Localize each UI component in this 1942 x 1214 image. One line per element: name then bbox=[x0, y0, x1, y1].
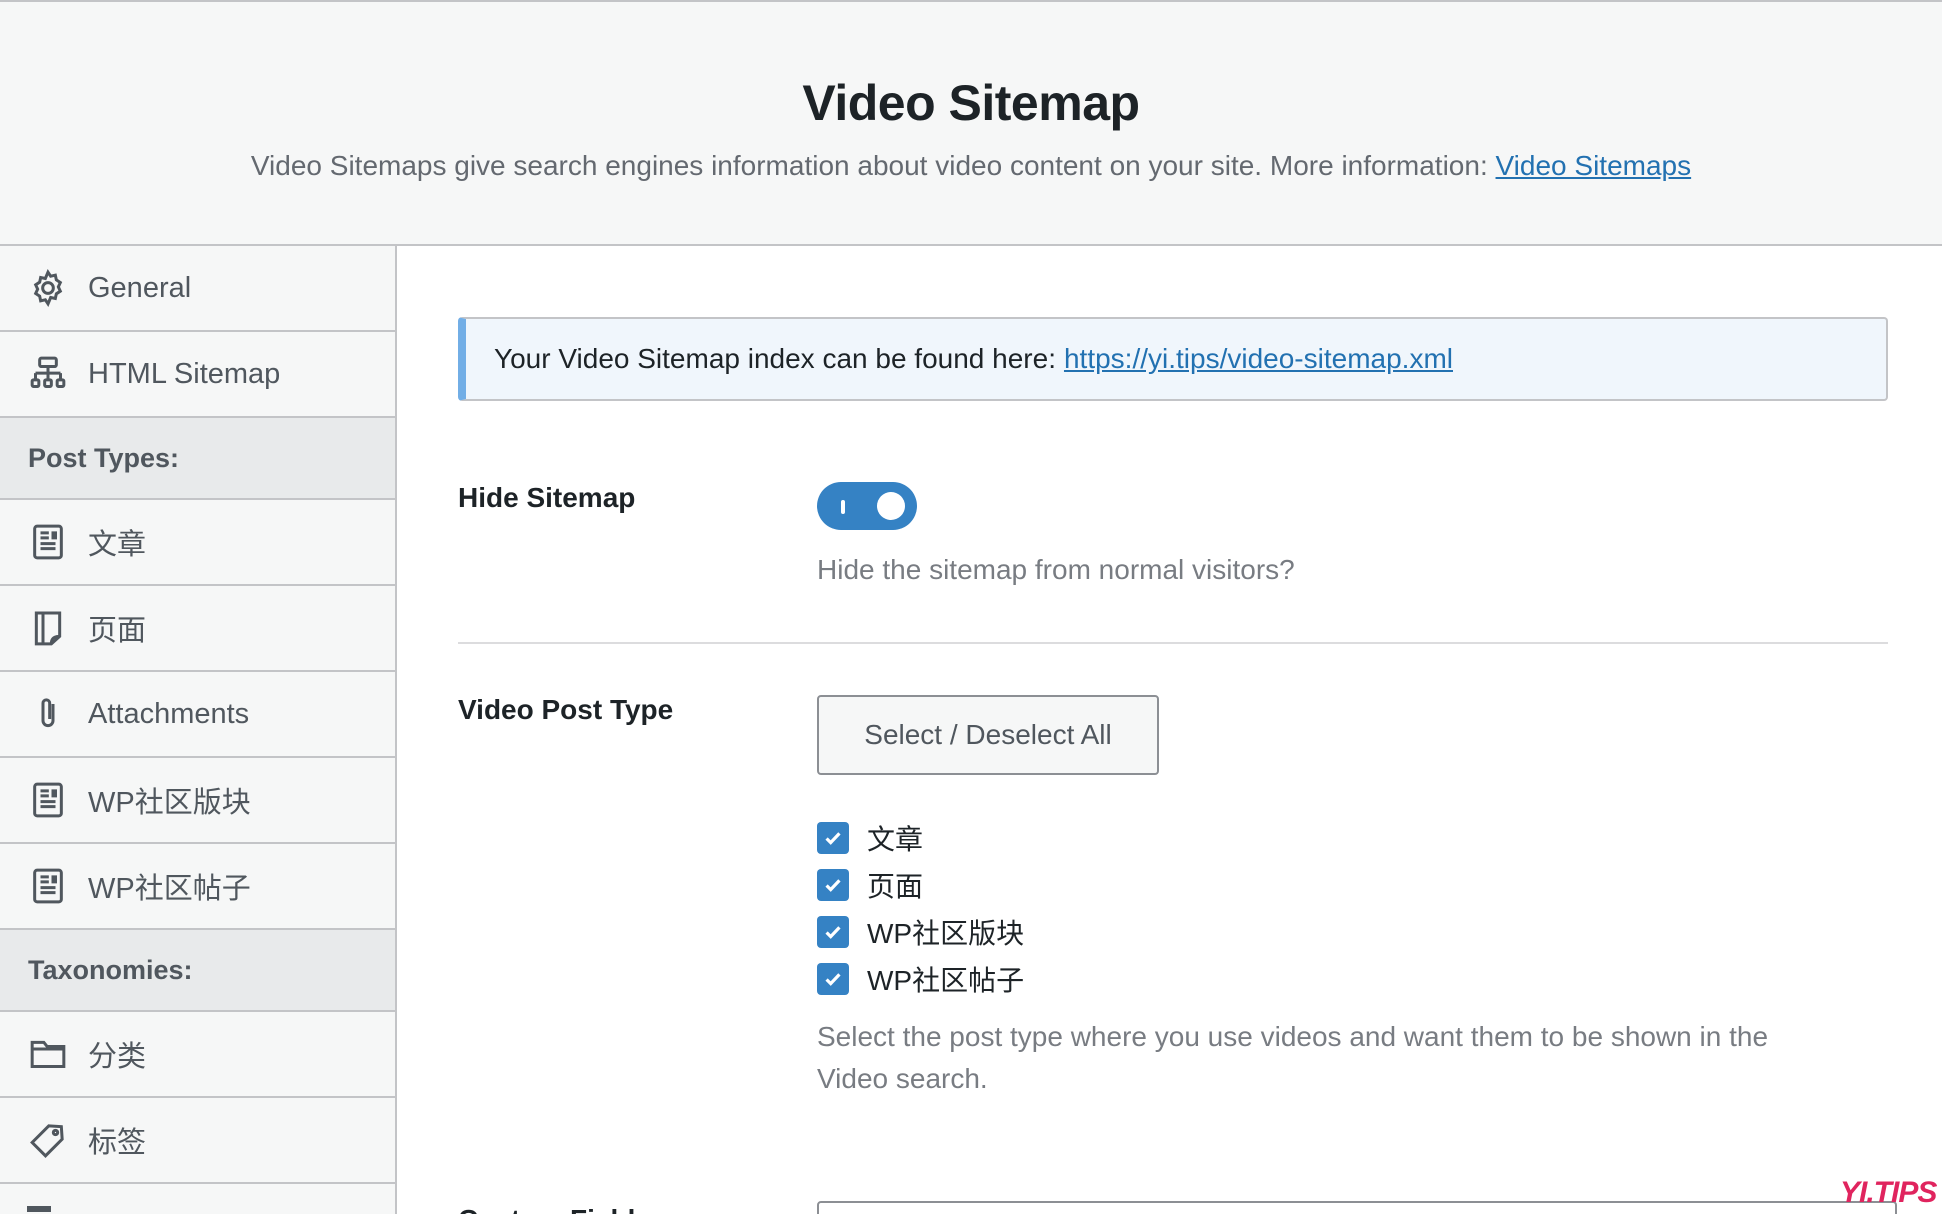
sidebar-item-post[interactable]: 文章 bbox=[0, 500, 395, 586]
page-icon bbox=[27, 607, 69, 649]
help-line: Select the post type where you use video… bbox=[817, 1021, 1769, 1052]
option-label: 页面 bbox=[867, 870, 924, 902]
hide-sitemap-toggle[interactable] bbox=[817, 482, 917, 530]
description-text: Video Sitemaps give search engines infor… bbox=[250, 150, 1488, 181]
page-description: Video Sitemaps give search engines infor… bbox=[0, 150, 1942, 182]
sidebar-item-label: 文章 bbox=[88, 529, 147, 561]
checkbox-checked-icon[interactable] bbox=[817, 962, 849, 995]
toggle-on-indicator bbox=[841, 500, 845, 514]
section-divider bbox=[458, 642, 1888, 644]
post-icon bbox=[27, 865, 69, 907]
gear-icon bbox=[27, 267, 69, 309]
sidebar-item-page[interactable]: 页面 bbox=[0, 586, 395, 672]
select-deselect-all-button[interactable]: Select / Deselect All bbox=[817, 695, 1159, 775]
tag-icon bbox=[27, 1119, 69, 1161]
sidebar-item-label: HTML Sitemap bbox=[88, 357, 281, 390]
sidebar-item-label: Attachments bbox=[88, 697, 250, 730]
sidebar-item-tag[interactable]: 标签 bbox=[0, 1098, 395, 1184]
sidebar-item-label: 分类 bbox=[88, 1041, 147, 1073]
video-post-type-help: Select the post type where you use video… bbox=[817, 1016, 1768, 1100]
post-type-option[interactable]: 页面 bbox=[817, 861, 1024, 908]
partial-icon bbox=[27, 1206, 51, 1212]
video-post-type-label: Video Post Type bbox=[458, 694, 674, 725]
sidebar-item-label: 标签 bbox=[88, 1127, 147, 1159]
page-header: Video Sitemap Video Sitemaps give search… bbox=[0, 0, 1942, 246]
post-types-heading: Post Types: bbox=[0, 418, 395, 500]
sitemap-index-link[interactable]: https://yi.tips/video-sitemap.xml bbox=[1064, 343, 1453, 375]
post-icon bbox=[27, 521, 69, 563]
option-label: WP社区版块 bbox=[867, 917, 1025, 949]
hide-sitemap-help: Hide the sitemap from normal visitors? bbox=[817, 554, 1295, 585]
toggle-knob bbox=[877, 492, 905, 520]
checkbox-checked-icon[interactable] bbox=[817, 868, 849, 901]
sidebar-item-general[interactable]: General bbox=[0, 246, 395, 332]
sidebar-item-attachments[interactable]: Attachments bbox=[0, 672, 395, 758]
main-content: Your Video Sitemap index can be found he… bbox=[397, 246, 1942, 1214]
help-line: Video search. bbox=[817, 1063, 988, 1094]
post-type-option[interactable]: WP社区版块 bbox=[817, 908, 1024, 955]
sidebar-item-category[interactable]: 分类 bbox=[0, 1012, 395, 1098]
paperclip-icon bbox=[27, 693, 69, 735]
option-label: 文章 bbox=[867, 823, 924, 855]
option-label: WP社区帖子 bbox=[867, 964, 1025, 996]
sidebar-item-partial[interactable] bbox=[0, 1184, 395, 1214]
custom-fields-label: Custom Fields bbox=[458, 1204, 651, 1214]
sitemap-index-notice: Your Video Sitemap index can be found he… bbox=[458, 317, 1888, 401]
folder-icon bbox=[27, 1033, 69, 1075]
taxonomies-heading: Taxonomies: bbox=[0, 930, 395, 1012]
sidebar-item-label: WP社区版块 bbox=[88, 787, 251, 819]
watermark-logo: YI.TIPS bbox=[1840, 1176, 1937, 1209]
sidebar-item-label: 页面 bbox=[88, 615, 147, 647]
sidebar-item-label: WP社区帖子 bbox=[88, 873, 251, 905]
custom-fields-input[interactable] bbox=[817, 1201, 1897, 1214]
page-title: Video Sitemap bbox=[802, 75, 1140, 131]
post-type-checklist: 文章 页面 WP社区版块 WP社区帖子 bbox=[817, 814, 1024, 1002]
checkbox-checked-icon[interactable] bbox=[817, 821, 849, 854]
video-sitemaps-link[interactable]: Video Sitemaps bbox=[1496, 150, 1692, 181]
sidebar-item-forum[interactable]: WP社区版块 bbox=[0, 758, 395, 844]
checkbox-checked-icon[interactable] bbox=[817, 915, 849, 948]
post-type-option[interactable]: 文章 bbox=[817, 814, 1024, 861]
sitemap-icon bbox=[27, 353, 69, 395]
page: Video Sitemap Video Sitemaps give search… bbox=[0, 0, 1942, 1214]
sidebar-item-topic[interactable]: WP社区帖子 bbox=[0, 844, 395, 930]
post-icon bbox=[27, 779, 69, 821]
sidebar-item-label: General bbox=[88, 271, 192, 304]
hide-sitemap-label: Hide Sitemap bbox=[458, 482, 636, 513]
sidebar-item-html-sitemap[interactable]: HTML Sitemap bbox=[0, 332, 395, 418]
post-type-option[interactable]: WP社区帖子 bbox=[817, 955, 1024, 1002]
notice-text: Your Video Sitemap index can be found he… bbox=[494, 343, 1056, 374]
sidebar: General HTML Sitemap Post Types: 文章 页面 A… bbox=[0, 246, 397, 1214]
